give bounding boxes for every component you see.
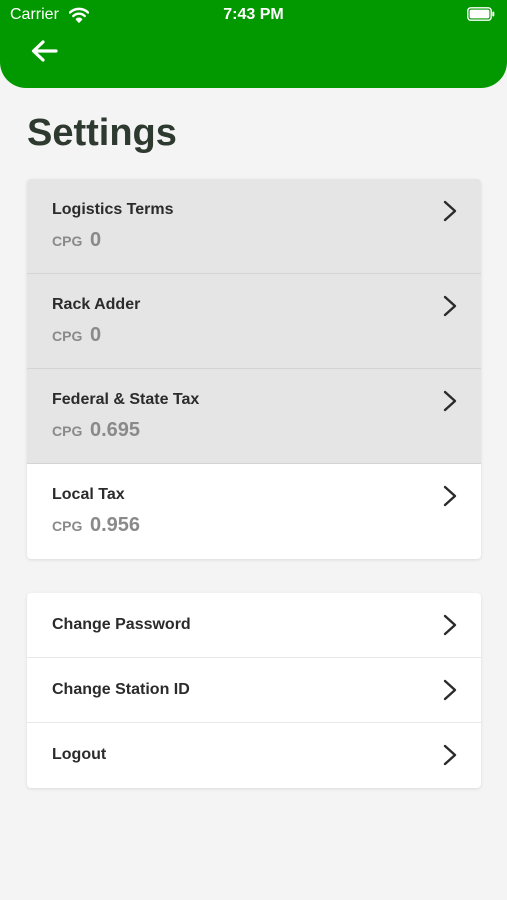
battery-icon	[467, 7, 495, 21]
chevron-right-icon	[443, 679, 457, 701]
fee-value: 0	[90, 229, 102, 251]
chevron-right-icon	[443, 390, 457, 412]
back-button[interactable]	[26, 34, 62, 68]
fee-label: Federal & State Tax	[52, 391, 200, 408]
fee-unit: CPG	[52, 328, 83, 344]
fee-value: 0.956	[90, 514, 141, 536]
chevron-right-icon	[443, 485, 457, 507]
chevron-right-icon	[443, 200, 457, 222]
page-title: Settings	[27, 112, 177, 154]
fees-card: Logistics Terms CPG 0 Rack Adder CPG 0 F…	[27, 179, 481, 559]
account-card: Change Password Change Station ID Logout	[27, 593, 481, 788]
fee-label: Logistics Terms	[52, 201, 174, 218]
fee-row-local-tax[interactable]: Local Tax CPG 0.956	[27, 464, 481, 559]
app-header: Carrier 7:43 PM	[0, 0, 507, 88]
change-station-id-row[interactable]: Change Station ID	[27, 658, 481, 723]
fee-row-rack-adder[interactable]: Rack Adder CPG 0	[27, 274, 481, 369]
account-row-label: Change Password	[52, 616, 191, 633]
change-password-row[interactable]: Change Password	[27, 593, 481, 658]
account-row-label: Logout	[52, 746, 107, 763]
fee-row-federal-state-tax[interactable]: Federal & State Tax CPG 0.695	[27, 369, 481, 464]
chevron-right-icon	[443, 614, 457, 636]
logout-row[interactable]: Logout	[27, 723, 481, 788]
arrow-left-icon	[31, 40, 58, 62]
status-time: 7:43 PM	[223, 6, 284, 23]
status-bar: Carrier 7:43 PM	[0, 0, 507, 30]
chevron-right-icon	[443, 744, 457, 766]
fee-value: 0.695	[90, 419, 141, 441]
fee-unit: CPG	[52, 518, 83, 534]
fee-unit: CPG	[52, 423, 83, 439]
fee-unit: CPG	[52, 233, 83, 249]
fee-label: Rack Adder	[52, 296, 141, 313]
fee-label: Local Tax	[52, 486, 125, 503]
chevron-right-icon	[443, 295, 457, 317]
account-row-label: Change Station ID	[52, 681, 190, 698]
fee-row-logistics-terms[interactable]: Logistics Terms CPG 0	[27, 179, 481, 274]
fee-value: 0	[90, 324, 102, 346]
